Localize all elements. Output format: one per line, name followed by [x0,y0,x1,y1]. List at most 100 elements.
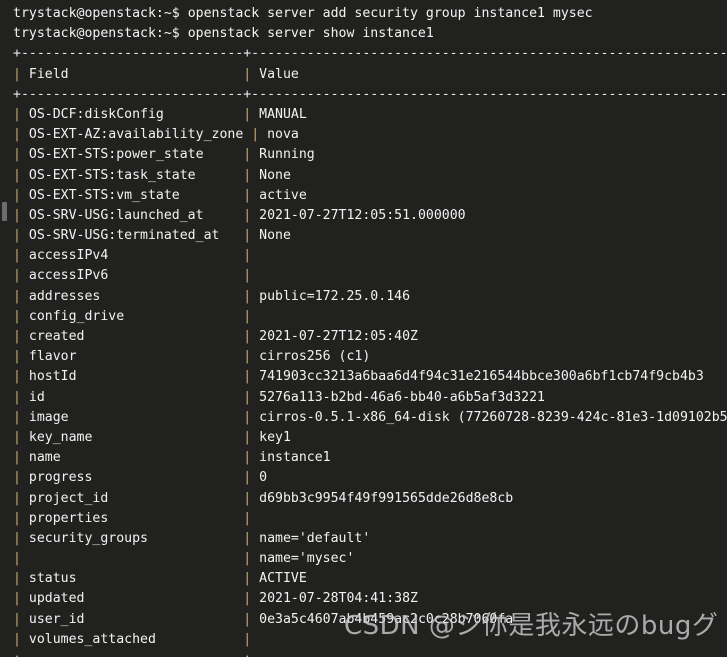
table-rule-text: +----------------------------+----------… [13,46,727,62]
table-cell-field: name [20,450,244,466]
command-text-2 [180,26,188,41]
table-border-left: | [13,106,21,122]
table-row: | name | instance1 | [13,448,727,468]
table-cell-field: key_name [20,429,244,445]
table-cell-value: Value [251,66,727,82]
table-cell-field: updated [20,591,244,607]
table-cell-field: created [20,329,244,344]
table-cell-value: key1 [251,429,727,445]
shell-prompt-2: trystack@openstack:~$ [13,26,180,42]
table-border-left: | [13,66,21,82]
table-row: | OS-EXT-AZ:availability_zone | nova | [13,125,727,145]
table-cell-value [251,511,727,526]
table-row: | config_drive | | [13,307,727,327]
table-row: | OS-EXT-STS:power_state | Running | [13,145,727,165]
table-cell-field: properties [20,510,244,526]
table-cell-field [21,551,243,566]
table-cell-value: 2021-07-27T12:05:51.000000 [251,207,727,223]
table-cell-field: hostId [20,369,244,385]
table-cell-field: image [20,409,244,425]
table-cell-value: public=172.25.0.146 [251,288,727,304]
table-border-left: | [13,268,21,284]
table-cell-value: nova [259,127,727,143]
table-cell-value [251,268,727,283]
table-cell-value: ACTIVE [251,571,727,587]
table-header-row: | Field | Value | [13,65,727,85]
table-row: | project_id | d69bb3c9954f49f991565dde2… [13,489,727,509]
table-border-left: | [13,329,21,344]
table-row: | volumes_attached | | [13,630,727,650]
table-border-left: | [13,389,21,405]
table-row: | hostId | 741903cc3213a6baa6d4f94c31e21… [13,367,727,387]
table-cell-field: project_id [20,490,244,506]
table-cell-value: active [251,187,727,203]
table-cell-value [251,632,727,647]
table-border-left: | [13,450,21,466]
table-row: | key_name | key1 | [13,428,727,448]
table-row: | properties | | [13,509,727,529]
table-row: | status | ACTIVE | [13,569,727,589]
table-cell-value: MANUAL [251,106,727,122]
table-border-left: | [13,369,21,385]
server-show-table: +----------------------------+----------… [13,44,727,657]
table-border-left: | [13,228,21,244]
table-border-left: | [13,207,21,223]
table-top-rule: +----------------------------+----------… [13,44,727,64]
table-cell-value [251,248,727,263]
table-cell-field: OS-SRV-USG:launched_at [20,207,244,223]
command-2: openstack server show instance1 [187,26,434,42]
table-rule-text: +----------------------------+----------… [13,652,727,657]
table-cell-field: status [20,571,244,587]
table-cell-field: id [20,389,244,405]
table-border-left: | [13,349,21,365]
table-cell-value: name='mysec' [251,551,727,567]
table-cell-value: None [251,228,727,244]
table-row: | user_id | 0e3a5c4607ab4b459ac2c0c28b70… [13,610,727,630]
table-border-left: | [13,510,21,526]
table-row: | image | cirros-0.5.1-x86_64-disk (7726… [13,408,727,428]
table-cell-value: None [251,167,727,183]
table-row: | OS-EXT-STS:vm_state | active | [13,186,727,206]
table-row: | created | 2021-07-27T12:05:40Z | [13,327,727,347]
table-border-left: | [13,470,21,486]
table-cell-value: 5276a113-b2bd-46a6-bb40-a6b5af3d3221 [251,389,727,405]
table-row: | progress | 0 | [13,468,727,488]
table-row: | updated | 2021-07-28T04:41:38Z | [13,589,727,609]
vertical-scrollbar-thumb[interactable] [2,202,7,221]
table-cell-field: security_groups [20,530,244,546]
table-cell-field: OS-EXT-AZ:availability_zone [20,127,252,143]
table-cell-field: OS-EXT-STS:power_state [20,147,244,163]
command-text-1 [180,6,188,21]
table-cell-value: instance1 [251,450,727,466]
table-border-left: | [13,429,21,445]
table-border-left: | [13,571,21,587]
table-cell-field: addresses [20,288,244,304]
table-cell-value: Running [251,147,727,163]
table-cell-field: user_id [20,611,244,627]
table-cell-field: OS-SRV-USG:terminated_at [20,228,244,244]
table-bottom-rule: +----------------------------+----------… [13,650,727,657]
table-border-left: | [13,551,21,567]
table-border-left: | [13,127,21,143]
table-rule-text: +----------------------------+----------… [13,86,727,102]
table-border-left: | [13,167,21,183]
table-row: | OS-EXT-STS:task_state | None | [13,166,727,186]
table-cell-value: cirros-0.5.1-x86_64-disk (77260728-8239-… [251,409,727,425]
table-row: | security_groups | name='default' | [13,529,727,549]
table-cell-field: progress [20,470,244,486]
table-cell-field: OS-DCF:diskConfig [20,106,244,122]
table-row: | OS-SRV-USG:terminated_at | None | [13,226,727,246]
table-row: | flavor | cirros256 (c1) | [13,347,727,367]
table-row: | OS-DCF:diskConfig | MANUAL | [13,105,727,125]
command-line-1: trystack@openstack:~$ openstack server a… [13,4,727,24]
table-border-left: | [13,631,21,647]
table-cell-field: Field [20,66,244,82]
table-cell-value [251,309,727,324]
table-cell-field: flavor [20,349,244,365]
command-1: openstack server add security group inst… [187,6,593,21]
table-cell-value: d69bb3c9954f49f991565dde26d8e8cb [251,490,727,506]
table-header-rule: +----------------------------+----------… [13,85,727,105]
terminal-window[interactable]: trystack@openstack:~$ openstack server a… [0,0,727,657]
table-cell-value: 2021-07-28T04:41:38Z [251,591,727,607]
table-cell-field: accessIPv6 [20,268,244,284]
